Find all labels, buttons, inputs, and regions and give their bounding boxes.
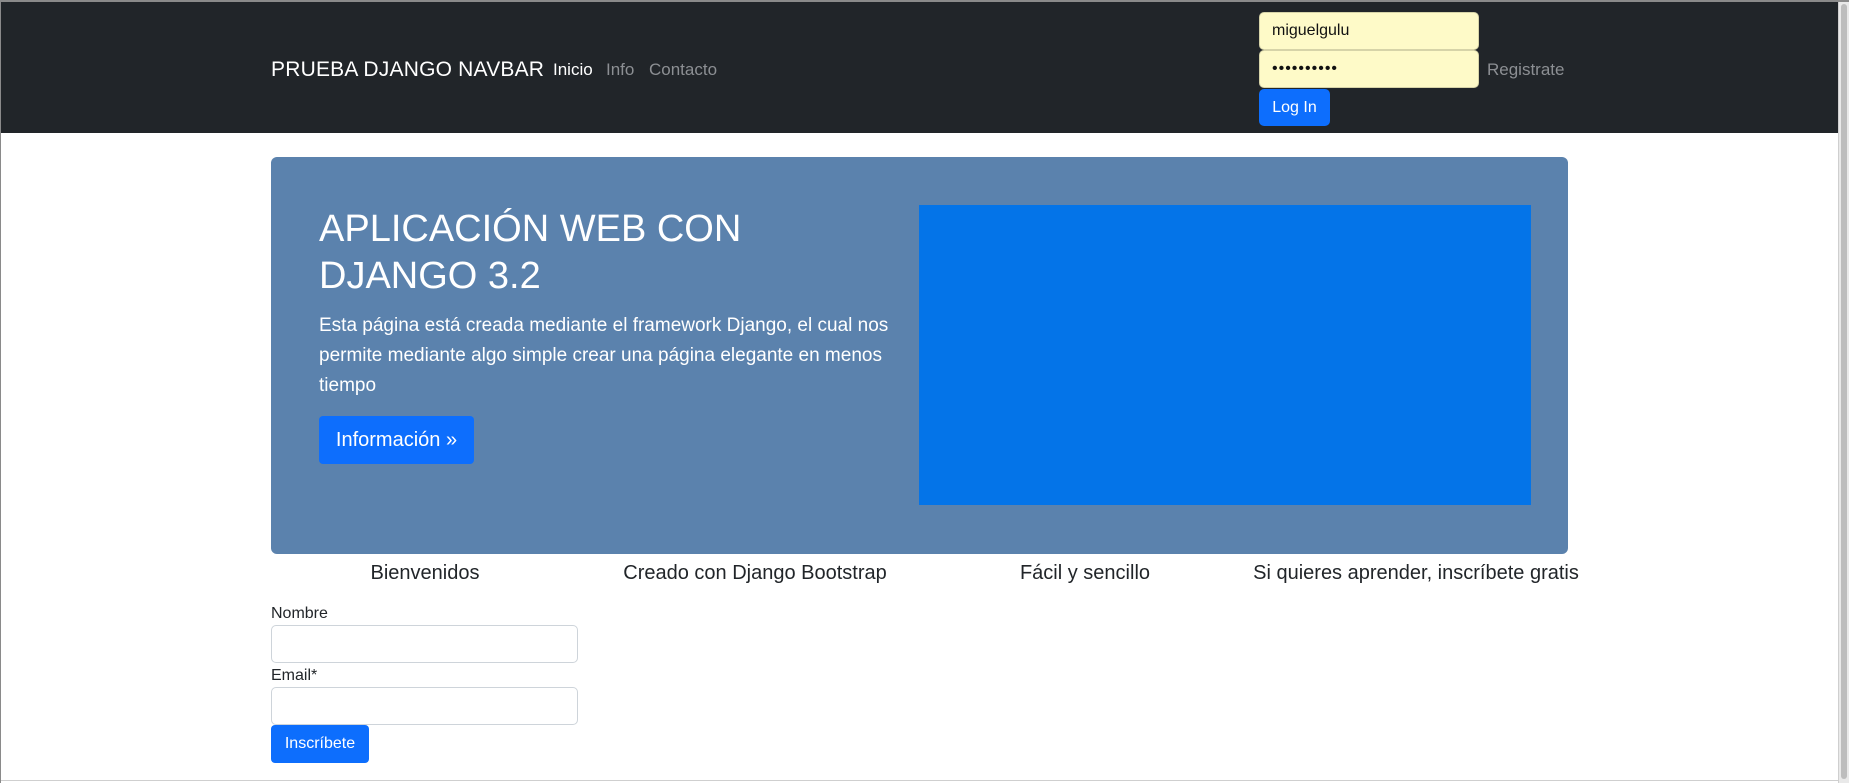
nav-link-info[interactable]: Info: [606, 60, 634, 80]
name-input[interactable]: [271, 625, 578, 663]
name-label: Nombre: [271, 605, 328, 622]
page-divider: [1, 780, 1838, 781]
hero-title: APLICACIÓN WEB CON DJANGO 3.2: [319, 208, 742, 297]
feature-bienvenidos: Bienvenidos: [370, 562, 480, 584]
nav-link-contacto[interactable]: Contacto: [649, 60, 717, 80]
email-input[interactable]: [271, 687, 578, 725]
login-button[interactable]: Log In: [1259, 89, 1330, 126]
hero-jumbotron: APLICACIÓN WEB CON DJANGO 3.2 Esta págin…: [271, 157, 1568, 554]
nav-link-inicio[interactable]: Inicio: [553, 60, 593, 80]
hero-description: Esta página está creada mediante el fram…: [319, 315, 889, 396]
top-navbar: PRUEBA DJANGO NAVBAR Inicio Info Contact…: [1, 2, 1838, 133]
signup-submit-button[interactable]: Inscríbete: [271, 725, 369, 763]
navbar-brand[interactable]: PRUEBA DJANGO NAVBAR: [271, 58, 544, 82]
hero-media-placeholder: [919, 205, 1531, 505]
window-scrollbar[interactable]: [1838, 2, 1849, 783]
feature-django-bootstrap: Creado con Django Bootstrap: [623, 562, 887, 584]
username-input[interactable]: [1259, 12, 1479, 50]
info-button[interactable]: Información »: [319, 416, 474, 464]
email-label: Email*: [271, 667, 318, 684]
feature-facil-sencillo: Fácil y sencillo: [1019, 562, 1151, 584]
register-link[interactable]: Registrate: [1487, 60, 1564, 80]
password-input[interactable]: [1259, 50, 1479, 88]
feature-inscribete-gratis: Si quieres aprender, inscríbete gratis: [1253, 562, 1579, 584]
scrollbar-thumb[interactable]: [1841, 4, 1847, 779]
browser-viewport: PRUEBA DJANGO NAVBAR Inicio Info Contact…: [0, 0, 1849, 783]
